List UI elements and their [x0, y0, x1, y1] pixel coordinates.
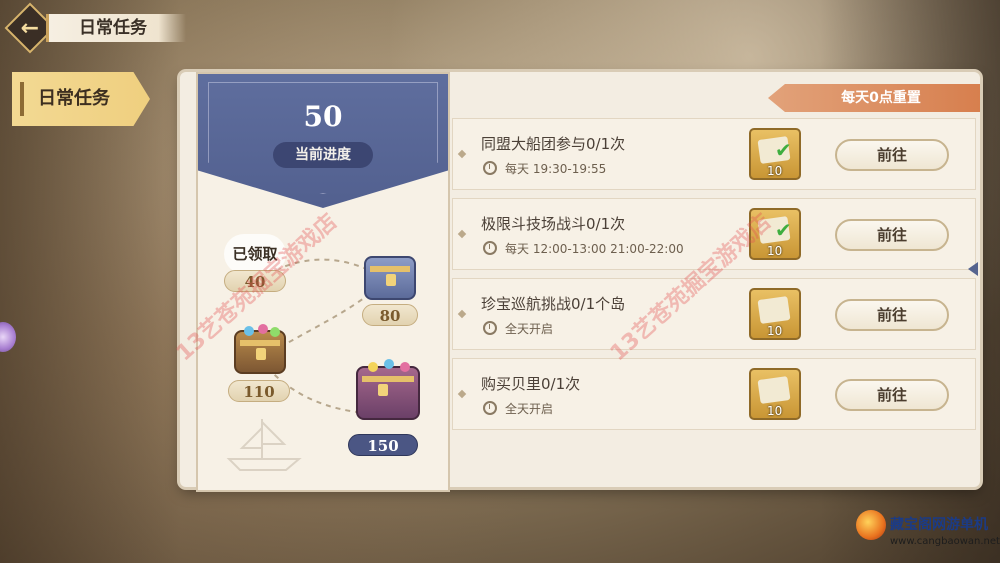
go-button[interactable]: 前往	[835, 299, 949, 331]
logo-url: www.cangbaowan.net	[890, 536, 1000, 547]
reward-quantity: 10	[767, 164, 783, 178]
bullet-icon	[457, 149, 467, 159]
bullet-icon	[457, 309, 467, 319]
reward-quantity: 10	[767, 404, 783, 418]
page-title: 日常任务	[46, 14, 186, 42]
logo-icon	[856, 510, 886, 540]
logo-name: 藏宝阁网游单机	[890, 517, 988, 533]
task-row: 购买贝里0/1次 全天开启 10 前往	[452, 358, 976, 430]
reward-quantity: 10	[767, 244, 783, 258]
gold-chest-icon[interactable]	[234, 324, 286, 374]
clock-icon	[483, 321, 497, 335]
task-title: 购买贝里0/1次	[481, 375, 581, 393]
clock-icon	[483, 161, 497, 175]
milestone-150-pill: 150	[348, 434, 418, 456]
milestone-80-pill: 80	[362, 304, 418, 326]
reset-notice: 每天0点重置	[768, 84, 980, 112]
top-bar: ← 日常任务	[4, 2, 190, 54]
go-button[interactable]: 前往	[835, 379, 949, 411]
task-time: 每天 12:00-13:00 21:00-22:00	[505, 242, 684, 256]
task-title: 极限斗技场战斗0/1次	[481, 215, 626, 233]
task-row: 同盟大船团参与0/1次 每天 19:30-19:55 ✔ 10 前往	[452, 118, 976, 190]
reward-scroll-icon[interactable]: ✔ 10	[749, 128, 801, 180]
task-time: 全天开启	[505, 322, 554, 336]
clock-icon	[483, 401, 497, 415]
go-button[interactable]: 前往	[835, 219, 949, 251]
reward-scroll-icon[interactable]: 10	[749, 288, 801, 340]
task-time: 全天开启	[505, 402, 554, 416]
bullet-icon	[457, 229, 467, 239]
clock-icon	[483, 241, 497, 255]
ship-sketch-icon	[226, 419, 302, 471]
reward-quantity: 10	[767, 324, 783, 338]
go-button[interactable]: 前往	[835, 139, 949, 171]
task-title: 同盟大船团参与0/1次	[481, 135, 626, 153]
task-time: 每天 19:30-19:55	[505, 162, 607, 176]
big-chest-icon[interactable]	[356, 359, 420, 420]
reward-scroll-icon[interactable]: 10	[749, 368, 801, 420]
corner-logo: 藏宝阁网游单机 www.cangbaowan.net	[852, 500, 1000, 558]
task-title: 珍宝巡航挑战0/1个岛	[481, 295, 626, 313]
check-icon: ✔	[775, 218, 792, 242]
sidebar-tab-daily-tasks[interactable]: 日常任务	[12, 72, 150, 126]
blue-chest-icon[interactable]	[364, 256, 416, 300]
task-row: 珍宝巡航挑战0/1个岛 全天开启 10 前往	[452, 278, 976, 350]
back-arrow-icon: ←	[20, 15, 40, 41]
milestone-110-pill: 110	[228, 380, 290, 402]
bullet-icon	[457, 389, 467, 399]
check-icon: ✔	[775, 138, 792, 162]
